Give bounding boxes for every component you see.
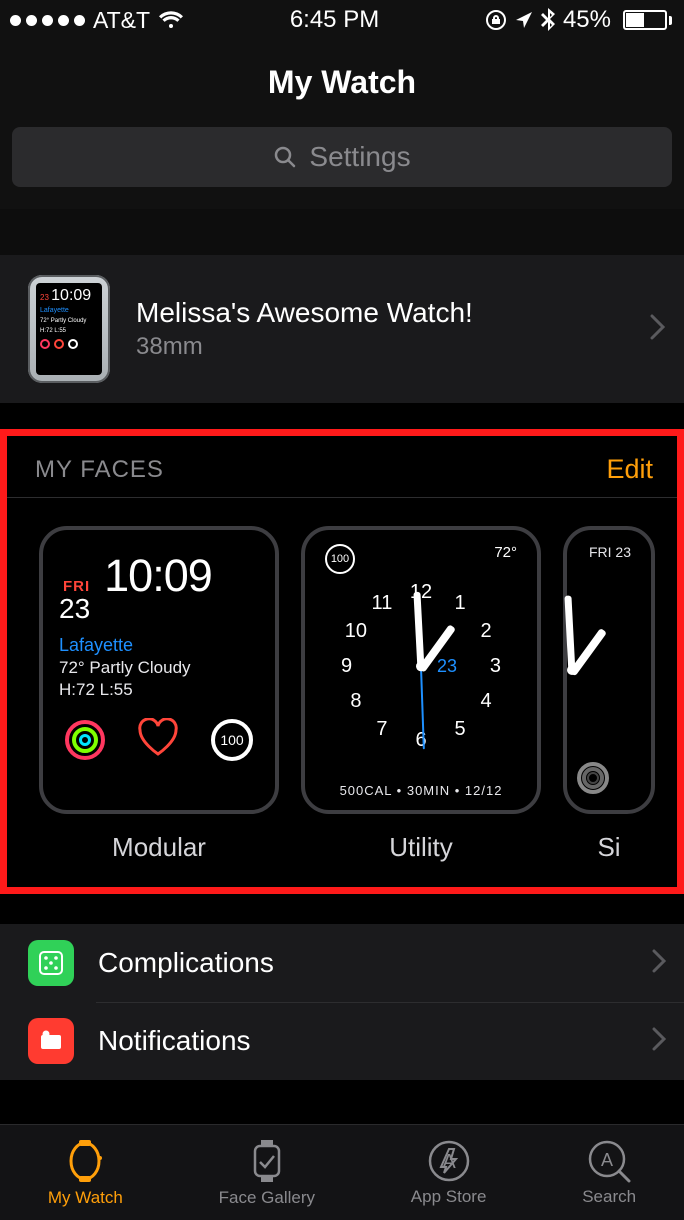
simple-date: FRI 23 xyxy=(583,544,635,560)
complications-row[interactable]: Complications xyxy=(0,924,684,1002)
chevron-right-icon xyxy=(650,314,666,345)
location-icon xyxy=(515,11,533,29)
tab-bar: My Watch Face Gallery A App Store A Sear… xyxy=(0,1124,684,1220)
app-store-search-icon: A xyxy=(587,1139,631,1183)
wifi-icon xyxy=(158,10,184,30)
settings-search-field[interactable]: Settings xyxy=(12,127,672,187)
modular-date: 23 xyxy=(59,595,90,623)
tab-label: App Store xyxy=(411,1187,487,1207)
search-placeholder: Settings xyxy=(309,141,410,173)
search-icon xyxy=(273,145,297,169)
tab-label: My Watch xyxy=(48,1188,123,1208)
svg-text:A: A xyxy=(442,1151,456,1173)
chevron-right-icon xyxy=(652,1027,666,1056)
status-time: 6:45 PM xyxy=(290,6,379,34)
utility-corner-badge: 100 xyxy=(325,544,355,574)
app-store-icon: A xyxy=(427,1139,471,1183)
page-title: My Watch xyxy=(0,40,684,127)
face-label: Utility xyxy=(389,832,453,863)
chevron-right-icon xyxy=(652,949,666,978)
watch-thumbnail-icon: 23 10:09 Lafayette 72° Partly Cloudy H:7… xyxy=(28,275,110,383)
tab-face-gallery[interactable]: Face Gallery xyxy=(219,1138,315,1208)
watch-icon xyxy=(65,1138,105,1184)
my-faces-section: MY FACES Edit FRI 23 10:09 Lafayette 72°… xyxy=(0,429,684,894)
battery-badge: 100 xyxy=(211,719,253,761)
utility-activity: 500CAL • 30MIN • 12/12 xyxy=(305,783,537,798)
tab-my-watch[interactable]: My Watch xyxy=(48,1138,123,1208)
faces-carousel[interactable]: FRI 23 10:09 Lafayette 72° Partly Cloudy… xyxy=(7,498,677,887)
paired-watch-row[interactable]: 23 10:09 Lafayette 72° Partly Cloudy H:7… xyxy=(0,255,684,403)
tab-label: Search xyxy=(582,1187,636,1207)
svg-text:A: A xyxy=(601,1150,613,1170)
heart-icon xyxy=(137,718,179,761)
row-label: Complications xyxy=(98,947,628,979)
face-label: Modular xyxy=(112,832,206,863)
watch-name: Melissa's Awesome Watch! xyxy=(136,297,624,329)
status-bar: AT&T 6:45 PM 45% xyxy=(0,0,684,40)
signal-strength-icon xyxy=(10,15,85,26)
notifications-icon xyxy=(28,1018,74,1064)
activity-rings-icon xyxy=(65,720,105,760)
face-label: Si xyxy=(597,832,620,863)
row-label: Notifications xyxy=(98,1025,628,1057)
modular-weather: 72° Partly Cloudy xyxy=(59,658,259,678)
edit-faces-button[interactable]: Edit xyxy=(606,454,653,485)
bluetooth-icon xyxy=(541,8,555,32)
face-simple[interactable]: FRI 23 Si xyxy=(563,526,655,863)
tab-search[interactable]: A Search xyxy=(582,1139,636,1207)
face-gallery-icon xyxy=(247,1138,287,1184)
battery-icon xyxy=(619,10,672,30)
utility-temp: 72° xyxy=(494,544,517,574)
modular-hilo: H:72 L:55 xyxy=(59,680,259,700)
tab-label: Face Gallery xyxy=(219,1188,315,1208)
carrier-label: AT&T xyxy=(93,7,150,34)
utility-date: 23 xyxy=(437,656,457,677)
battery-percent: 45% xyxy=(563,6,611,34)
settings-list: Complications Notifications xyxy=(0,924,684,1080)
rotation-lock-icon xyxy=(485,9,507,31)
analog-clock-icon xyxy=(487,585,657,755)
complications-icon xyxy=(28,940,74,986)
my-faces-header: MY FACES xyxy=(35,456,164,484)
face-modular[interactable]: FRI 23 10:09 Lafayette 72° Partly Cloudy… xyxy=(39,526,279,863)
tab-app-store[interactable]: A App Store xyxy=(411,1139,487,1207)
modular-city: Lafayette xyxy=(59,635,259,656)
watch-size: 38mm xyxy=(136,333,624,361)
activity-rings-icon xyxy=(577,762,609,794)
modular-time: 10:09 xyxy=(104,550,212,602)
notifications-row[interactable]: Notifications xyxy=(0,1002,684,1080)
